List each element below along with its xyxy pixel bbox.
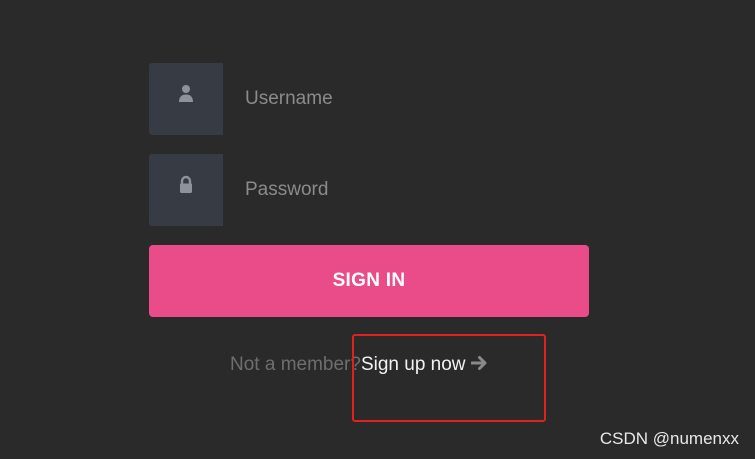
sign-in-button[interactable]: SIGN IN [149, 245, 589, 317]
not-member-text: Not a member? [230, 354, 361, 375]
password-field [149, 154, 589, 226]
username-field [149, 63, 589, 135]
username-icon-box [149, 63, 223, 135]
annotation-highlight-box [352, 334, 546, 422]
lock-icon [180, 175, 192, 193]
user-icon [179, 85, 193, 102]
watermark: CSDN @numenxx [599, 429, 739, 448]
password-icon-box [149, 154, 223, 226]
username-input[interactable] [223, 63, 589, 135]
password-input[interactable] [223, 154, 589, 226]
